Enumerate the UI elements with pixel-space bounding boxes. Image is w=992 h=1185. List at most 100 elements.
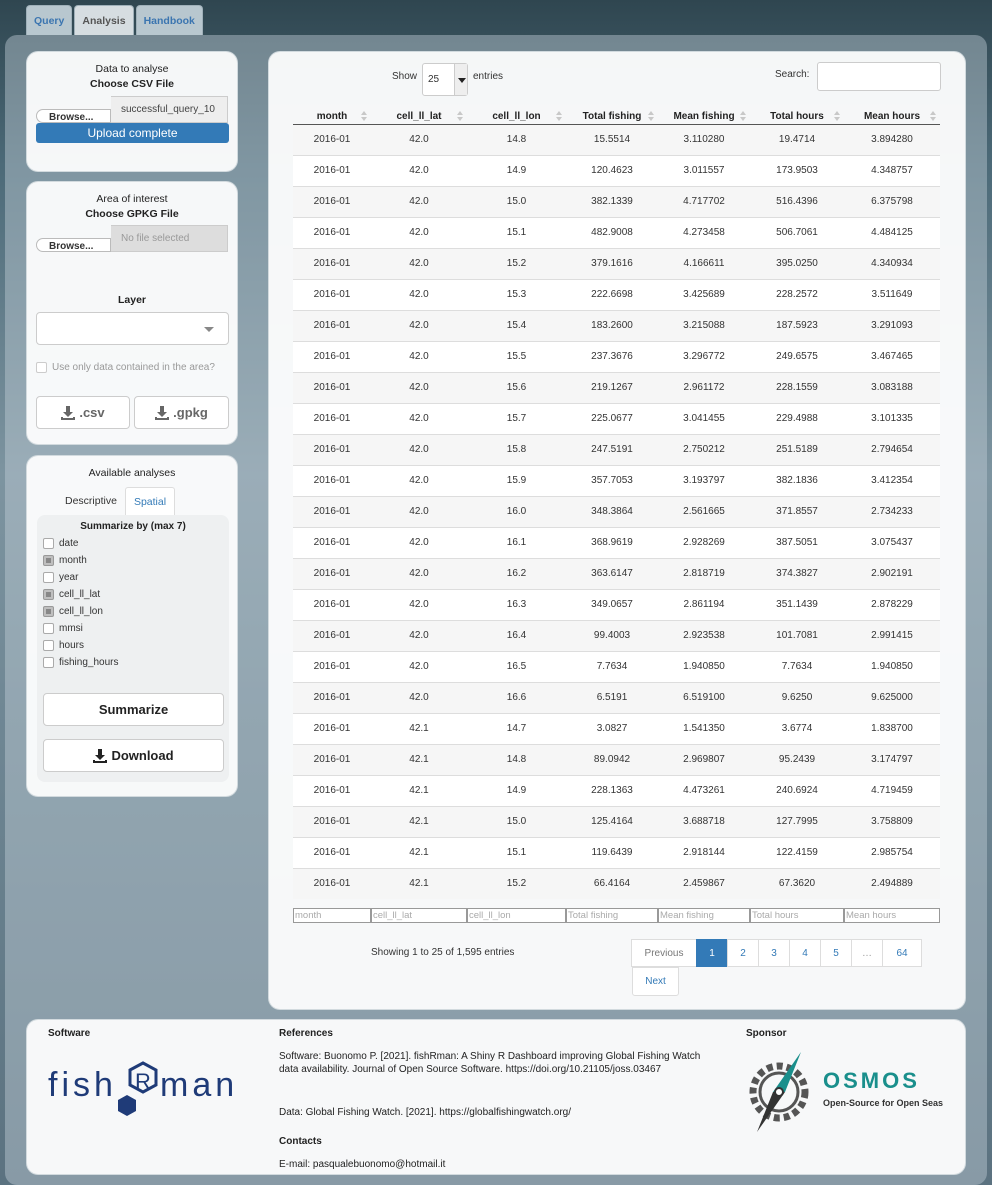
variable-checkbox[interactable] xyxy=(43,640,54,651)
variable-checkbox[interactable] xyxy=(43,657,54,668)
column-filter-input[interactable]: Mean fishing xyxy=(658,908,750,923)
table-cell: 1.838700 xyxy=(844,712,940,744)
table-cell: 251.5189 xyxy=(750,433,844,465)
table-cell: 2016-01 xyxy=(293,650,371,682)
upload-progress-bar: Upload complete xyxy=(36,123,229,143)
sort-icon xyxy=(648,111,654,122)
table-cell: 249.6575 xyxy=(750,340,844,372)
page-button[interactable]: 3 xyxy=(758,939,790,967)
column-filter-input[interactable]: Total hours xyxy=(750,908,844,923)
page-button[interactable]: 64 xyxy=(882,939,922,967)
variable-checkbox[interactable] xyxy=(43,623,54,634)
table-cell: 4.348757 xyxy=(844,154,940,186)
table-cell: 2016-01 xyxy=(293,123,371,155)
csv-browse-button[interactable]: Browse... xyxy=(36,109,111,123)
table-cell: 14.8 xyxy=(467,123,566,155)
variable-checkbox[interactable] xyxy=(43,555,54,566)
table-cell: 9.6250 xyxy=(750,681,844,713)
area-panel-title: Area of interest xyxy=(96,193,168,205)
table-cell: 237.3676 xyxy=(566,340,658,372)
column-header[interactable]: cell_ll_lon xyxy=(467,109,566,125)
column-header[interactable]: Mean fishing xyxy=(658,109,750,125)
column-filter-input[interactable]: Total fishing xyxy=(566,908,658,923)
search-input[interactable] xyxy=(817,62,941,91)
column-header[interactable]: cell_ll_lat xyxy=(371,109,467,125)
page-button[interactable]: 4 xyxy=(789,939,821,967)
column-filter-input[interactable]: Mean hours xyxy=(844,908,940,923)
column-header-label: cell_ll_lat xyxy=(396,110,442,122)
table-cell: 16.6 xyxy=(467,681,566,713)
table-cell: 2016-01 xyxy=(293,774,371,806)
page-button[interactable]: 1 xyxy=(696,939,728,967)
table-cell: 228.1363 xyxy=(566,774,658,806)
table-cell: 228.2572 xyxy=(750,278,844,310)
table-cell: 3.110280 xyxy=(658,123,750,155)
table-cell: 2016-01 xyxy=(293,712,371,744)
table-cell: 3.0827 xyxy=(566,712,658,744)
download-csv-label: .csv xyxy=(79,405,105,420)
column-filter-input[interactable]: cell_ll_lon xyxy=(467,908,566,923)
entries-dropdown-toggle xyxy=(454,64,467,95)
area-filter-checkbox[interactable] xyxy=(36,362,47,373)
table-cell: 387.5051 xyxy=(750,526,844,558)
table-cell: 3.291093 xyxy=(844,309,940,341)
column-header[interactable]: Total hours xyxy=(750,109,844,125)
tab-analysis[interactable]: Analysis xyxy=(74,5,134,35)
tab-spatial[interactable]: Spatial xyxy=(124,487,176,515)
variable-checkbox[interactable] xyxy=(43,589,54,600)
layer-select[interactable] xyxy=(36,312,229,345)
variable-checkbox[interactable] xyxy=(43,538,54,549)
entries-select[interactable]: 25 xyxy=(422,63,468,96)
column-header[interactable]: Total fishing xyxy=(566,109,658,125)
area-panel-subtitle: Choose GPKG File xyxy=(85,208,179,220)
table-row: 2016-01 42.0 16.6 6.5191 6.519100 9.6250 9.625… xyxy=(293,681,940,713)
page-button[interactable]: 5 xyxy=(820,939,852,967)
column-filter-input[interactable]: cell_ll_lat xyxy=(371,908,467,923)
variable-checkbox[interactable] xyxy=(43,606,54,617)
table-cell: 2016-01 xyxy=(293,681,371,713)
column-header-label: Mean fishing xyxy=(673,110,735,122)
summarize-button[interactable]: Summarize xyxy=(43,693,224,726)
page-button[interactable]: 2 xyxy=(727,939,759,967)
variable-label: mmsi xyxy=(59,623,83,635)
previous-page-button[interactable]: Previous xyxy=(631,939,697,967)
gpkg-browse-button[interactable]: Browse... xyxy=(36,238,111,252)
table-cell: 42.0 xyxy=(371,309,467,341)
column-header[interactable]: month xyxy=(293,109,371,125)
tab-descriptive[interactable]: Descriptive xyxy=(57,487,125,515)
table-cell: 4.340934 xyxy=(844,247,940,279)
table-cell: 42.0 xyxy=(371,557,467,589)
variable-label: cell_ll_lat xyxy=(59,589,101,601)
table-cell: 225.0677 xyxy=(566,402,658,434)
tab-handbook[interactable]: Handbook xyxy=(135,5,203,35)
table-cell: 14.9 xyxy=(467,154,566,186)
table-cell: 42.0 xyxy=(371,216,467,248)
column-header[interactable]: Mean hours xyxy=(844,109,940,125)
table-row: 2016-01 42.0 16.4 99.4003 2.923538 101.7081 2.… xyxy=(293,619,940,651)
table-cell: 395.0250 xyxy=(750,247,844,279)
column-header-label: month xyxy=(316,110,348,122)
download-button[interactable]: Download xyxy=(43,739,224,772)
next-page-button[interactable]: Next xyxy=(632,967,679,996)
column-filter-input[interactable]: month xyxy=(293,908,371,923)
table-cell: 15.0 xyxy=(467,805,566,837)
table-cell: 351.1439 xyxy=(750,588,844,620)
table-cell: 2016-01 xyxy=(293,836,371,868)
table-cell: 3.894280 xyxy=(844,123,940,155)
table-cell: 2.494889 xyxy=(844,867,940,899)
software-reference: Software: Buonomo P. [2021]. fishRman: A… xyxy=(279,1051,701,1075)
table-cell: 4.273458 xyxy=(658,216,750,248)
variable-checkbox[interactable] xyxy=(43,572,54,583)
download-gpkg-button[interactable]: .gpkg xyxy=(134,396,229,429)
table-cell: 15.3 xyxy=(467,278,566,310)
variable-label: fishing_hours xyxy=(59,657,119,669)
download-csv-button[interactable]: .csv xyxy=(36,396,130,429)
table-cell: 14.8 xyxy=(467,743,566,775)
download-icon xyxy=(155,405,170,420)
table-cell: 16.3 xyxy=(467,588,566,620)
table-cell: 2016-01 xyxy=(293,619,371,651)
table-cell: 2016-01 xyxy=(293,433,371,465)
table-row: 2016-01 42.0 15.6 219.1267 2.961172 228.1559 3… xyxy=(293,371,940,403)
tab-query[interactable]: Query xyxy=(26,5,73,35)
table-cell: 371.8557 xyxy=(750,495,844,527)
